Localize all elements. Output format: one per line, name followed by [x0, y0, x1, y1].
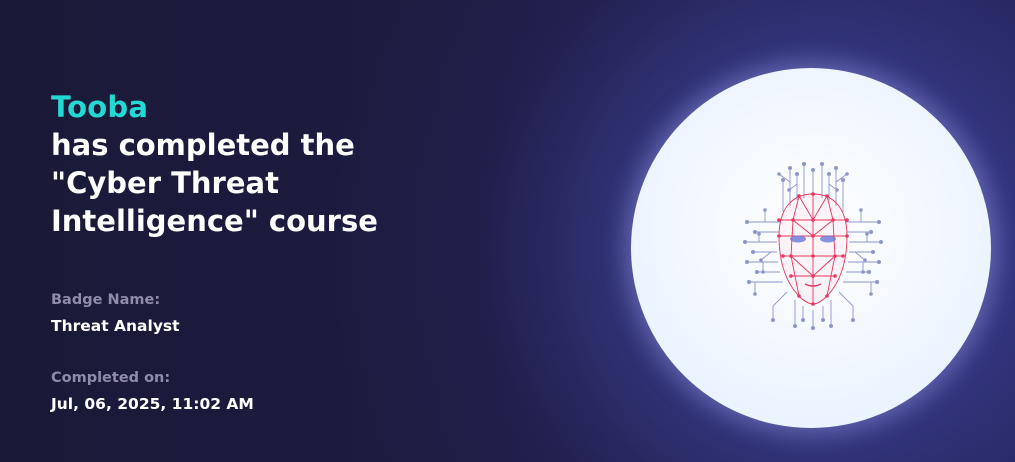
certificate-card: Tooba has completed the "Cyber Threat In…	[0, 0, 1015, 462]
ai-face-circuit-icon	[743, 162, 883, 330]
badge-name-label: Badge Name:	[51, 292, 161, 308]
completed-on-label: Completed on:	[51, 370, 171, 386]
completed-on-value: Jul, 06, 2025, 11:02 AM	[51, 395, 254, 413]
certificate-headline-block: Tooba has completed the "Cyber Threat In…	[51, 88, 471, 240]
illustration-circle	[631, 68, 991, 428]
completion-headline: has completed the "Cyber Threat Intellig…	[51, 128, 378, 238]
badge-name-value: Threat Analyst	[51, 317, 180, 335]
recipient-name: Tooba	[51, 90, 149, 124]
